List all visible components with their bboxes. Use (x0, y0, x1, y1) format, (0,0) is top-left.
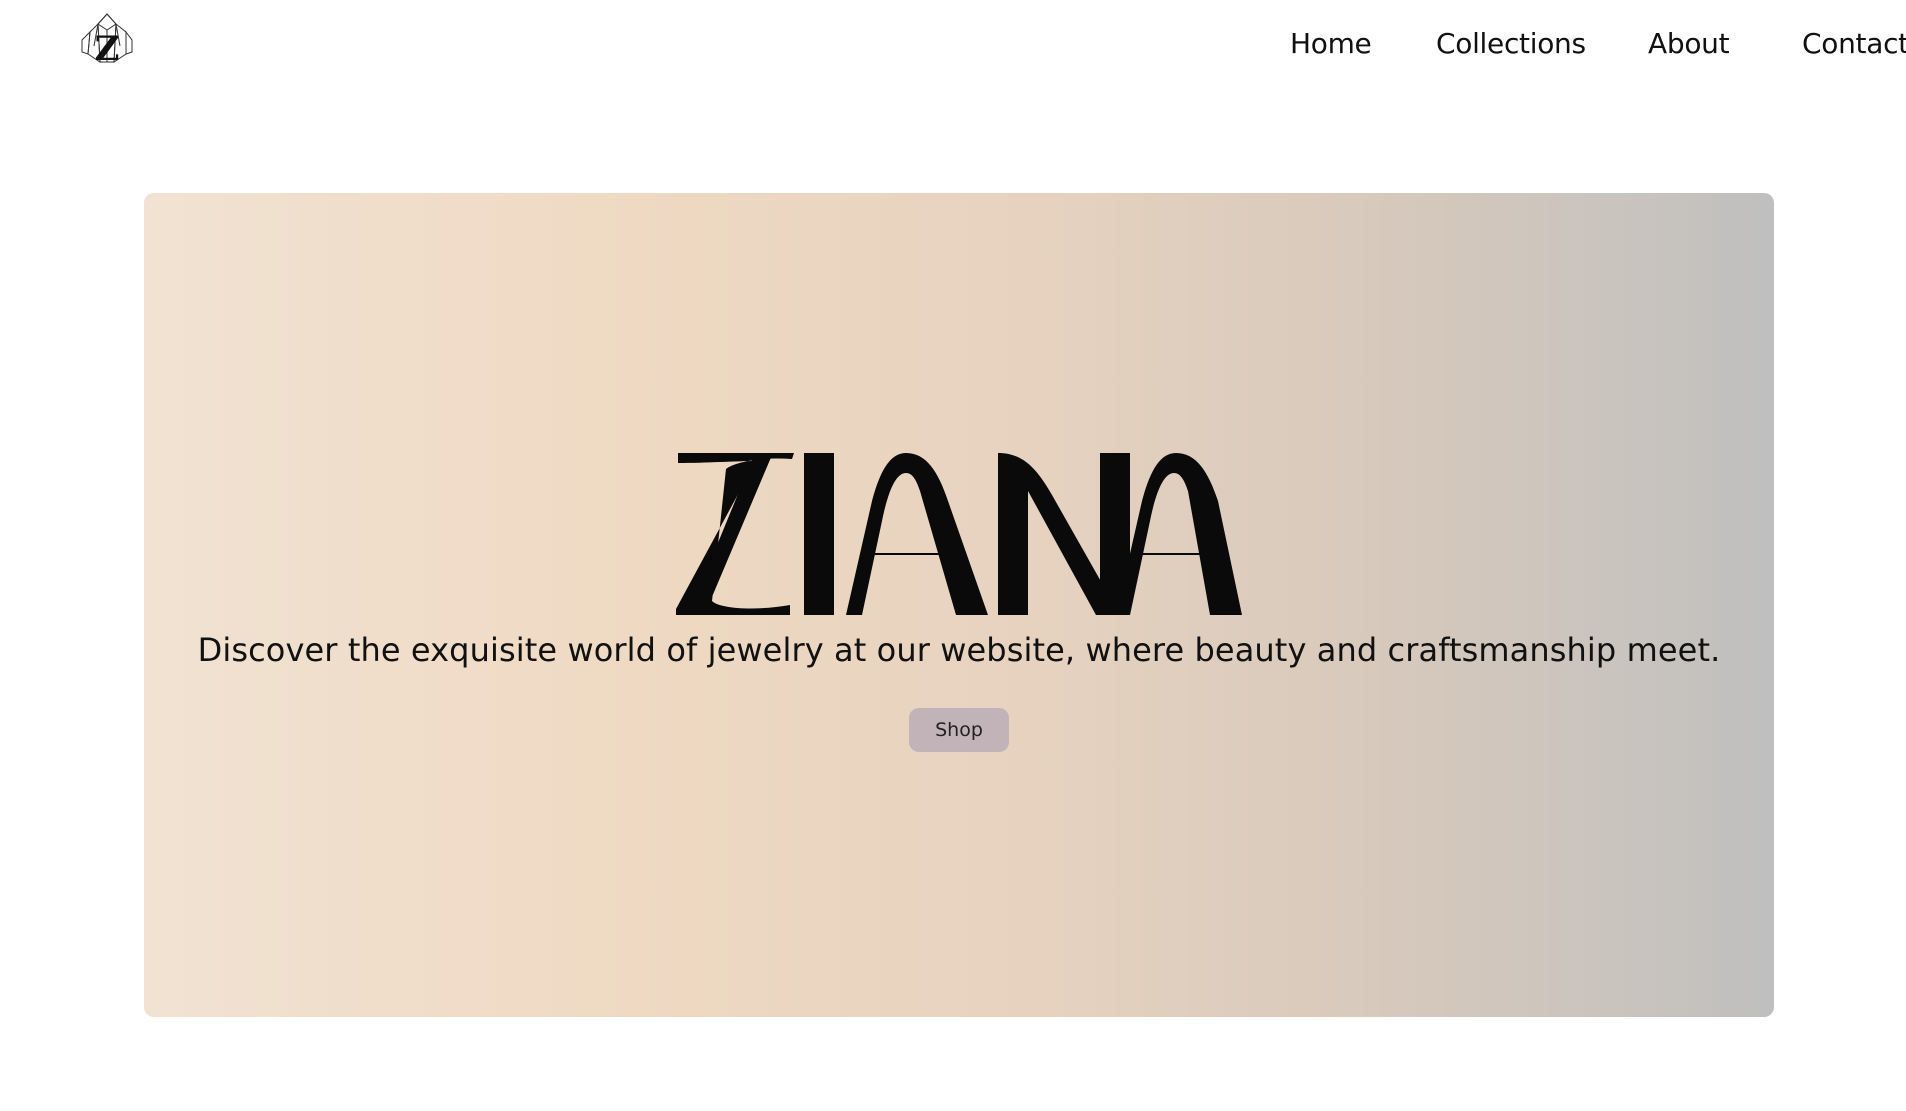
site-header: Z Home Collections About Contact (0, 0, 1906, 90)
hero-tagline: Discover the exquisite world of jewelry … (197, 631, 1721, 669)
brand-wordmark-logo (676, 453, 1242, 615)
nav-home-link[interactable]: Home (1290, 24, 1372, 64)
nav-about-link[interactable]: About (1648, 24, 1730, 64)
shop-button[interactable]: Shop (909, 708, 1009, 752)
logo-icon[interactable]: Z (76, 10, 138, 72)
hero-banner: Discover the exquisite world of jewelry … (144, 193, 1774, 1017)
nav-collections-link[interactable]: Collections (1436, 24, 1586, 64)
nav-contact-link[interactable]: Contact (1802, 24, 1906, 64)
brand-wordmark (676, 451, 1242, 617)
crystal-z-logo-icon: Z (81, 13, 133, 69)
main-nav: Home Collections About Contact (1206, 24, 1906, 64)
logo-letter: Z (95, 29, 120, 69)
